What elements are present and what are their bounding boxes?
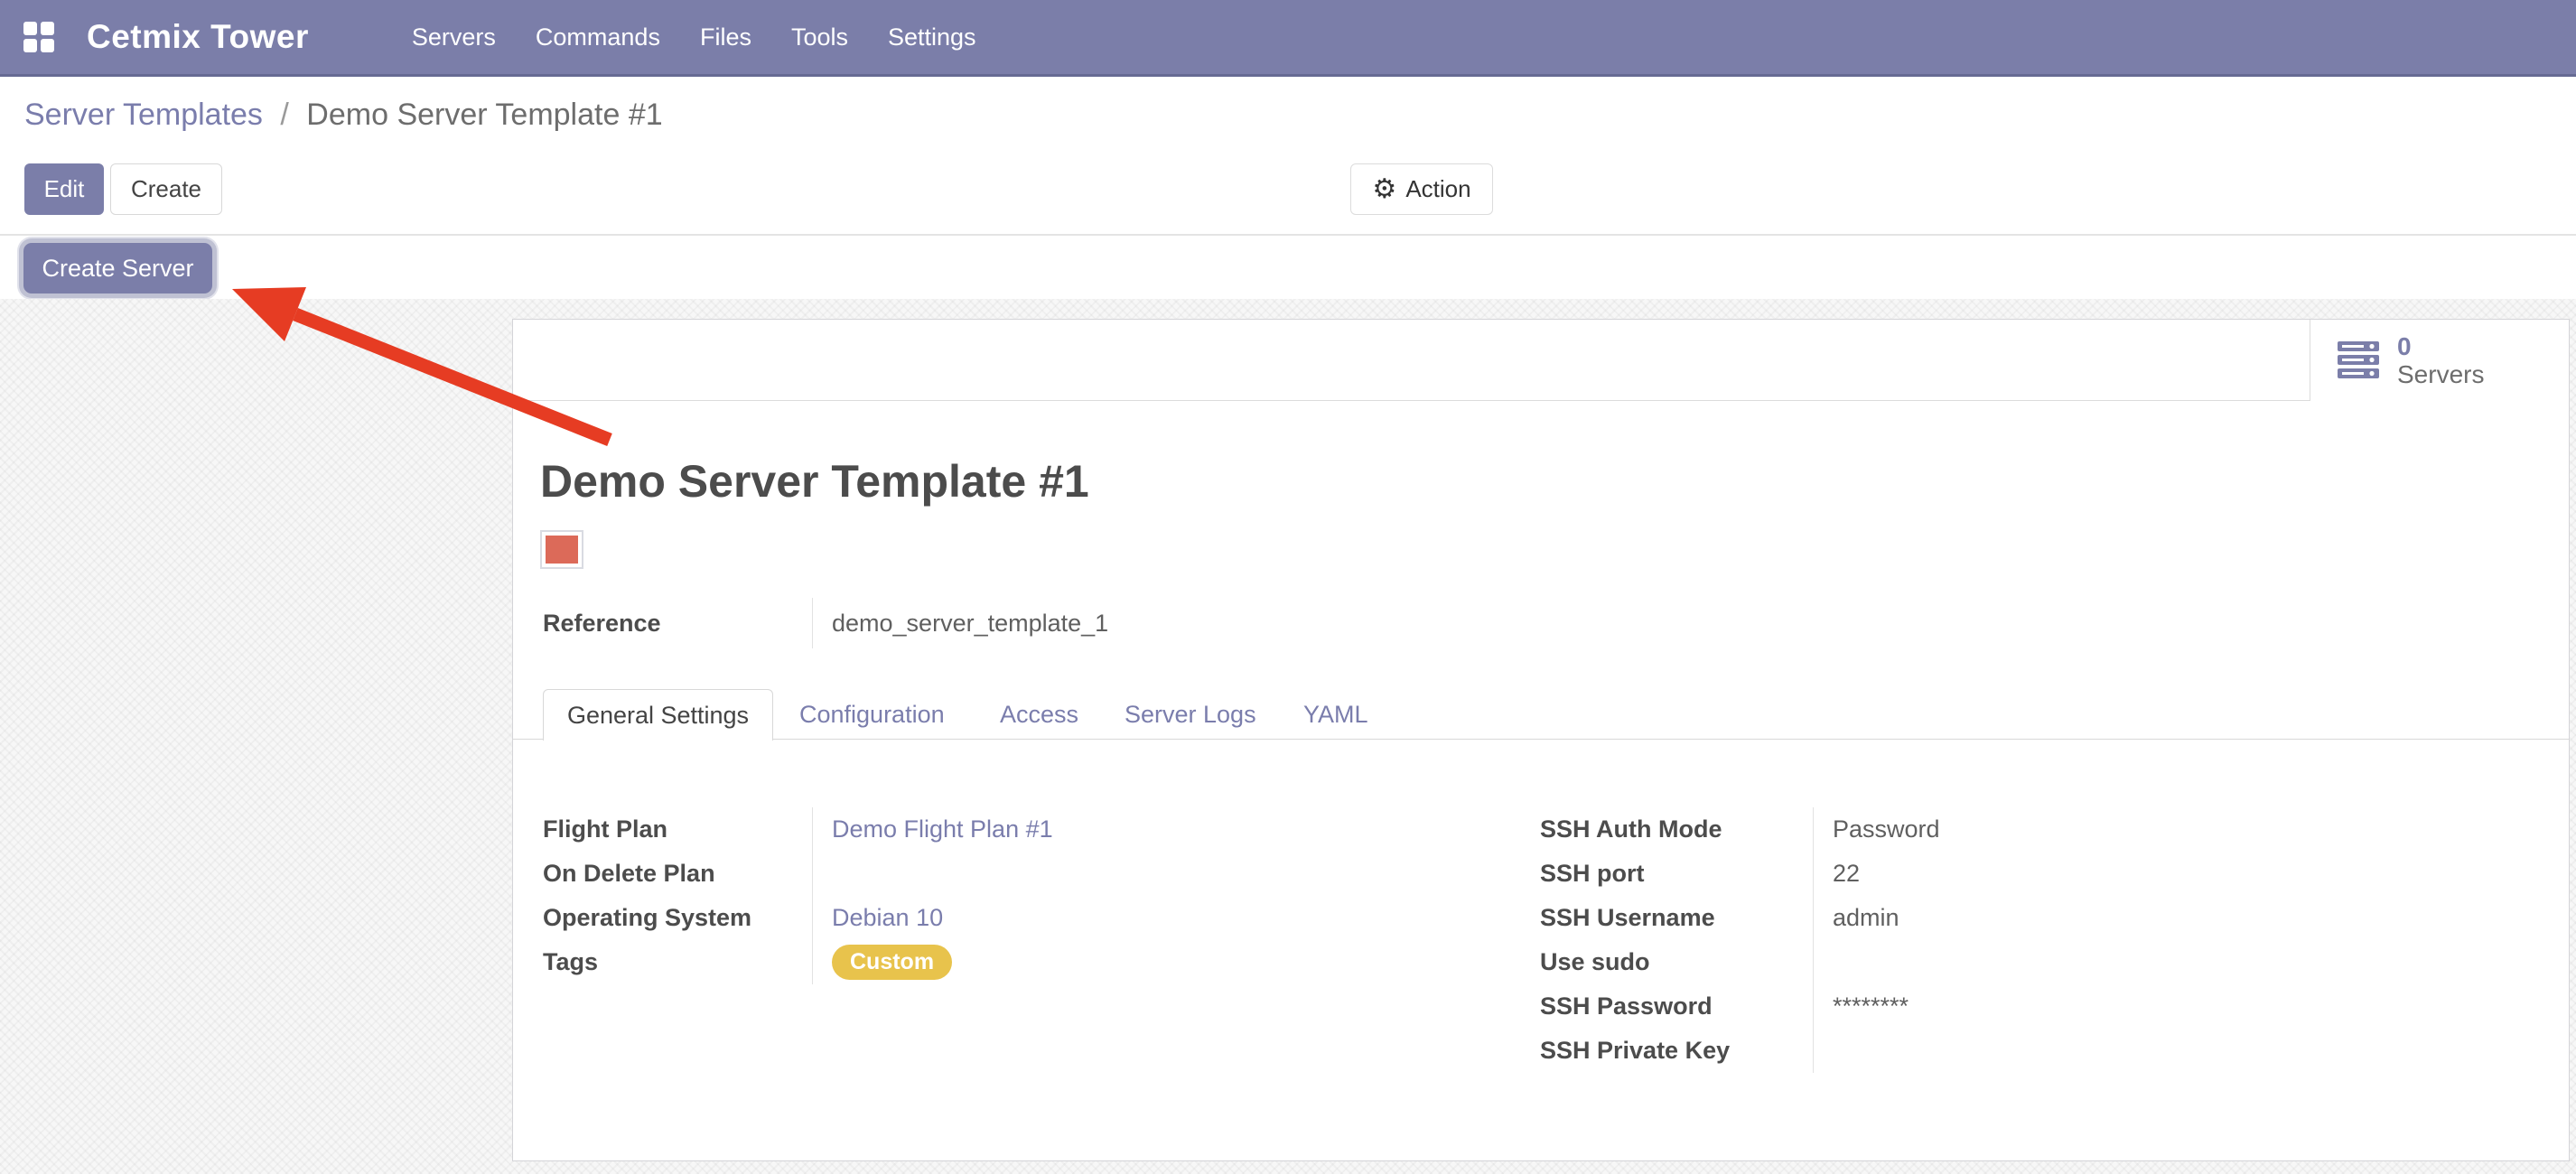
stat-button-row: 0 Servers: [513, 320, 2569, 401]
breadcrumb-server-templates[interactable]: Server Templates: [24, 98, 263, 132]
label-use-sudo: Use sudo: [1540, 948, 1650, 976]
gear-icon: ⚙: [1372, 176, 1396, 203]
create-server-button[interactable]: Create Server: [23, 243, 212, 294]
apps-grid-dot: [23, 39, 37, 52]
value-flight-plan[interactable]: Demo Flight Plan #1: [832, 815, 1053, 843]
field-values-right: Password 22 admin ********: [1813, 807, 2488, 1073]
apps-grid-icon[interactable]: [23, 22, 54, 52]
value-ssh-username: admin: [1833, 904, 1899, 932]
reference-value: demo_server_template_1: [812, 598, 1108, 648]
action-button-label: Action: [1405, 175, 1470, 203]
label-operating-system: Operating System: [543, 904, 751, 932]
reference-field-row: Reference demo_server_template_1: [543, 598, 1108, 648]
record-sheet: 0 Servers Demo Server Template #1 Refere…: [512, 319, 2570, 1161]
menu-servers[interactable]: Servers: [410, 18, 498, 57]
record-title: Demo Server Template #1: [540, 455, 1089, 508]
field-group-left: Flight Plan On Delete Plan Operating Sys…: [543, 807, 1446, 984]
color-picker-widget: [540, 530, 583, 569]
tab-configuration[interactable]: Configuration: [799, 689, 945, 740]
menu-settings[interactable]: Settings: [886, 18, 978, 57]
tag-custom: Custom: [832, 945, 952, 980]
apps-grid-dot: [41, 22, 54, 35]
field-labels-right: SSH Auth Mode SSH port SSH Username Use …: [1540, 807, 1813, 1073]
value-operating-system[interactable]: Debian 10: [832, 904, 943, 932]
action-button[interactable]: ⚙ Action: [1350, 163, 1493, 215]
value-ssh-password: ********: [1833, 992, 1909, 1020]
value-ssh-port: 22: [1833, 860, 1860, 888]
color-swatch-red: [546, 536, 578, 564]
value-ssh-auth-mode: Password: [1833, 815, 1940, 843]
tab-server-logs[interactable]: Server Logs: [1125, 689, 1256, 740]
apps-grid-dot: [41, 39, 54, 52]
label-ssh-auth-mode: SSH Auth Mode: [1540, 815, 1722, 843]
label-tags: Tags: [543, 948, 598, 976]
tab-general-settings[interactable]: General Settings: [543, 689, 773, 741]
menu-commands[interactable]: Commands: [534, 18, 662, 57]
label-flight-plan: Flight Plan: [543, 815, 667, 843]
form-background: 0 Servers Demo Server Template #1 Refere…: [0, 299, 2576, 1174]
breadcrumb-separator: /: [280, 98, 288, 132]
tab-yaml[interactable]: YAML: [1303, 689, 1368, 740]
stat-text: 0 Servers: [2397, 332, 2484, 389]
label-on-delete-plan: On Delete Plan: [543, 860, 715, 888]
label-ssh-private-key: SSH Private Key: [1540, 1037, 1730, 1065]
breadcrumb-current: Demo Server Template #1: [306, 98, 662, 132]
tab-access[interactable]: Access: [1000, 689, 1078, 740]
create-server-strip: Create Server: [0, 236, 2576, 299]
reference-label: Reference: [543, 610, 812, 638]
label-ssh-username: SSH Username: [1540, 904, 1715, 932]
menu-files[interactable]: Files: [698, 18, 753, 57]
servers-count-label: Servers: [2397, 360, 2484, 388]
breadcrumb: Server Templates / Demo Server Template …: [24, 98, 663, 133]
field-labels-left: Flight Plan On Delete Plan Operating Sys…: [543, 807, 812, 984]
notebook-tabbar: General Settings Configuration Access Se…: [513, 689, 2569, 740]
create-button[interactable]: Create: [110, 163, 222, 215]
top-menu: Servers Commands Files Tools Settings: [410, 18, 978, 57]
control-panel: Server Templates / Demo Server Template …: [0, 77, 2576, 236]
field-group-right: SSH Auth Mode SSH port SSH Username Use …: [1540, 807, 2488, 1073]
apps-grid-dot: [23, 22, 37, 35]
servers-count: 0: [2397, 332, 2484, 360]
top-navbar: Cetmix Tower Servers Commands Files Tool…: [0, 0, 2576, 77]
servers-stat-button[interactable]: 0 Servers: [2310, 320, 2569, 401]
label-ssh-port: SSH port: [1540, 860, 1645, 888]
label-ssh-password: SSH Password: [1540, 992, 1713, 1020]
edit-button[interactable]: Edit: [24, 163, 104, 215]
page: Cetmix Tower Servers Commands Files Tool…: [0, 0, 2576, 1174]
app-brand[interactable]: Cetmix Tower: [87, 18, 309, 56]
server-stack-icon: [2338, 340, 2381, 380]
menu-tools[interactable]: Tools: [789, 18, 850, 57]
field-values-left: Demo Flight Plan #1 Debian 10 Custom: [812, 807, 1446, 984]
